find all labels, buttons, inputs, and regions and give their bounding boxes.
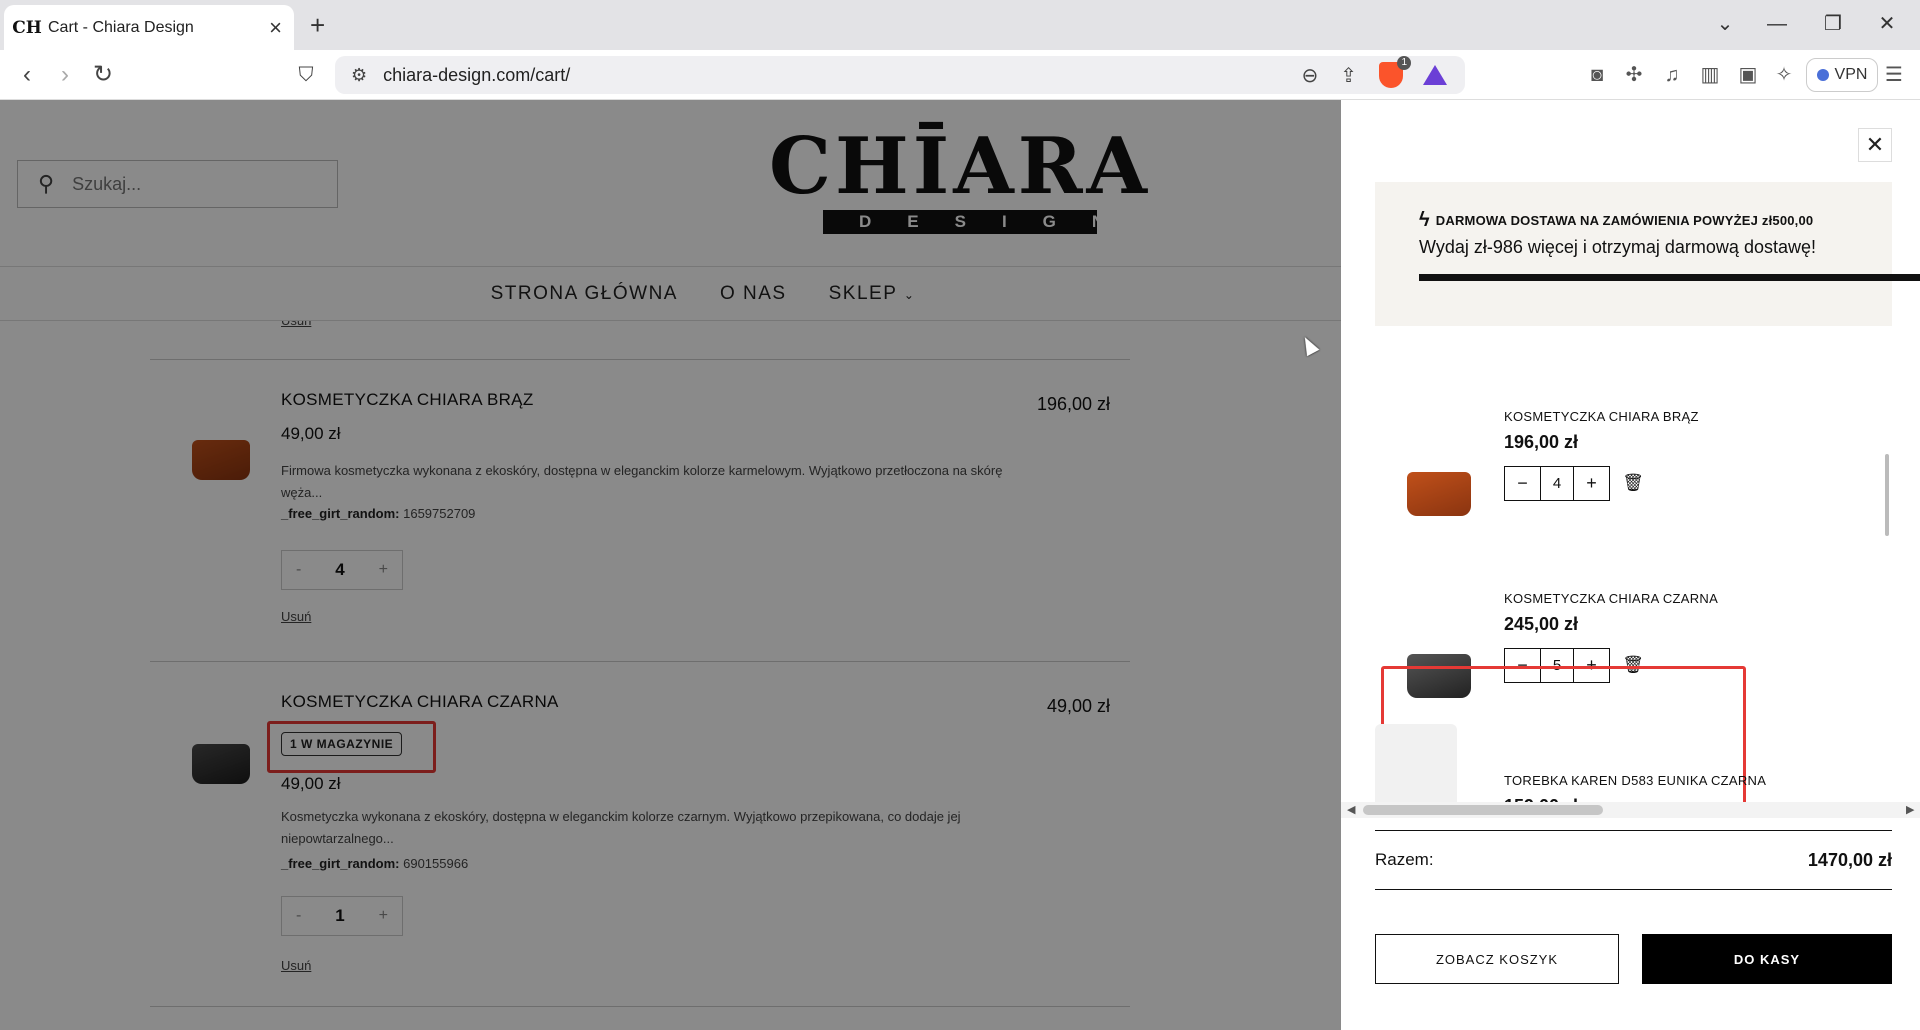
cart-drawer: ✕ ϟ DARMOWA DOSTAWA NA ZAMÓWIENIA POWYŻE…: [1341, 100, 1920, 1030]
drawer-product-thumbnail[interactable]: [1407, 472, 1471, 516]
shipping-message: Wydaj zł-986 więcej i otrzymaj darmową d…: [1419, 237, 1816, 257]
browser-tab[interactable]: CH Cart - Chiara Design ×: [4, 5, 294, 50]
bookmark-icon[interactable]: ⛉: [291, 61, 321, 89]
new-tab-icon[interactable]: +: [310, 10, 325, 40]
drawer-product-title[interactable]: KOSMETYCZKA CHIARA BRĄZ: [1504, 409, 1699, 424]
screenshot-icon[interactable]: ◙: [1583, 63, 1611, 87]
drawer-horizontal-scrollbar[interactable]: ◀ ▶: [1341, 802, 1920, 818]
drawer-vertical-scrollbar[interactable]: [1881, 360, 1893, 818]
share-icon[interactable]: ⇪: [1340, 63, 1357, 88]
media-icon[interactable]: ♫: [1658, 63, 1686, 87]
restore-icon[interactable]: ❐: [1818, 12, 1848, 36]
menu-icon[interactable]: ☰: [1880, 63, 1908, 87]
free-shipping-panel: ϟ DARMOWA DOSTAWA NA ZAMÓWIENIA POWYŻEJ …: [1375, 182, 1920, 326]
checkout-button[interactable]: DO KASY: [1642, 934, 1892, 984]
vpn-label: VPN: [1834, 66, 1868, 83]
close-icon[interactable]: ✕: [1858, 128, 1892, 162]
drawer-items-list: KOSMETYCZKA CHIARA BRĄZ 196,00 zł − 4 + …: [1375, 360, 1892, 818]
drawer-backdrop[interactable]: [0, 100, 1341, 1030]
drawer-item: KOSMETYCZKA CHIARA BRĄZ 196,00 zł − 4 + …: [1375, 360, 1892, 516]
total-label: Razem:: [1375, 850, 1434, 869]
window-close-icon[interactable]: ✕: [1872, 12, 1902, 36]
shipping-progress-bar: [1419, 274, 1920, 281]
shipping-title: ϟ DARMOWA DOSTAWA NA ZAMÓWIENIA POWYŻEJ …: [1419, 209, 1813, 232]
site-favicon-icon: CH: [12, 17, 42, 38]
vpn-status-icon: [1816, 69, 1829, 81]
tab-search-chevron-icon[interactable]: ⌄: [1710, 12, 1740, 36]
vpn-button[interactable]: VPN: [1806, 58, 1878, 92]
qty-value[interactable]: 4: [1540, 467, 1574, 500]
shipping-title-text: DARMOWA DOSTAWA NA ZAMÓWIENIA POWYŻEJ zł…: [1435, 213, 1814, 228]
site-settings-icon[interactable]: ⚙: [351, 65, 367, 86]
drawer-product-price: 245,00 zł: [1504, 614, 1579, 634]
sidebar-icon[interactable]: ▥: [1696, 63, 1724, 87]
scroll-left-icon[interactable]: ◀: [1347, 803, 1355, 816]
back-icon[interactable]: ‹: [12, 61, 42, 89]
shield-count-badge: 1: [1397, 56, 1411, 70]
trash-icon[interactable]: 🗑: [1622, 472, 1644, 494]
extensions-icon[interactable]: ✣: [1620, 63, 1648, 87]
address-bar[interactable]: ⚙ chiara-design.com/cart/ ⊖ ⇪ 1: [335, 56, 1465, 94]
brave-rewards-icon[interactable]: [1423, 65, 1447, 85]
zoom-icon[interactable]: ⊖: [1301, 63, 1318, 88]
view-cart-button[interactable]: ZOBACZ KOSZYK: [1375, 934, 1619, 984]
drawer-product-title[interactable]: KOSMETYCZKA CHIARA CZARNA: [1504, 591, 1718, 606]
reload-icon[interactable]: ↻: [88, 61, 118, 89]
browser-toolbar: ‹ › ↻ ⛉ ⚙ chiara-design.com/cart/ ⊖ ⇪ 1 …: [0, 50, 1920, 100]
scrollbar-thumb[interactable]: [1363, 805, 1603, 815]
leo-ai-icon[interactable]: ✧: [1770, 63, 1798, 87]
qty-minus-button[interactable]: −: [1505, 467, 1540, 500]
url-text[interactable]: chiara-design.com/cart/: [383, 65, 1301, 86]
cart-total-row: Razem: 1470,00 zł: [1375, 830, 1892, 890]
scroll-right-icon[interactable]: ▶: [1906, 803, 1914, 816]
brave-shields-icon[interactable]: 1: [1379, 56, 1411, 88]
cart-page: ⚲ CHĪARA DESIGN Usuń KOSMETYCZKA CHIARA …: [0, 100, 1341, 1030]
forward-icon[interactable]: ›: [50, 61, 80, 89]
total-value: 1470,00 zł: [1807, 849, 1892, 870]
drawer-quantity-stepper: − 4 +: [1504, 466, 1610, 501]
drawer-product-title[interactable]: TOREBKA KAREN D583 EUNIKA CZARNA: [1504, 773, 1766, 788]
tab-title: Cart - Chiara Design: [48, 18, 194, 36]
browser-tab-bar: CH Cart - Chiara Design × + ⌄ — ❐ ✕: [0, 0, 1920, 50]
minimize-icon[interactable]: —: [1762, 12, 1792, 36]
tab-close-icon[interactable]: ×: [269, 16, 282, 39]
wallet-icon[interactable]: ▣: [1734, 63, 1762, 87]
scrollbar-thumb[interactable]: [1885, 454, 1889, 536]
lightning-icon: ϟ: [1419, 209, 1430, 231]
drawer-product-price: 196,00 zł: [1504, 432, 1579, 452]
qty-plus-button[interactable]: +: [1574, 467, 1609, 500]
